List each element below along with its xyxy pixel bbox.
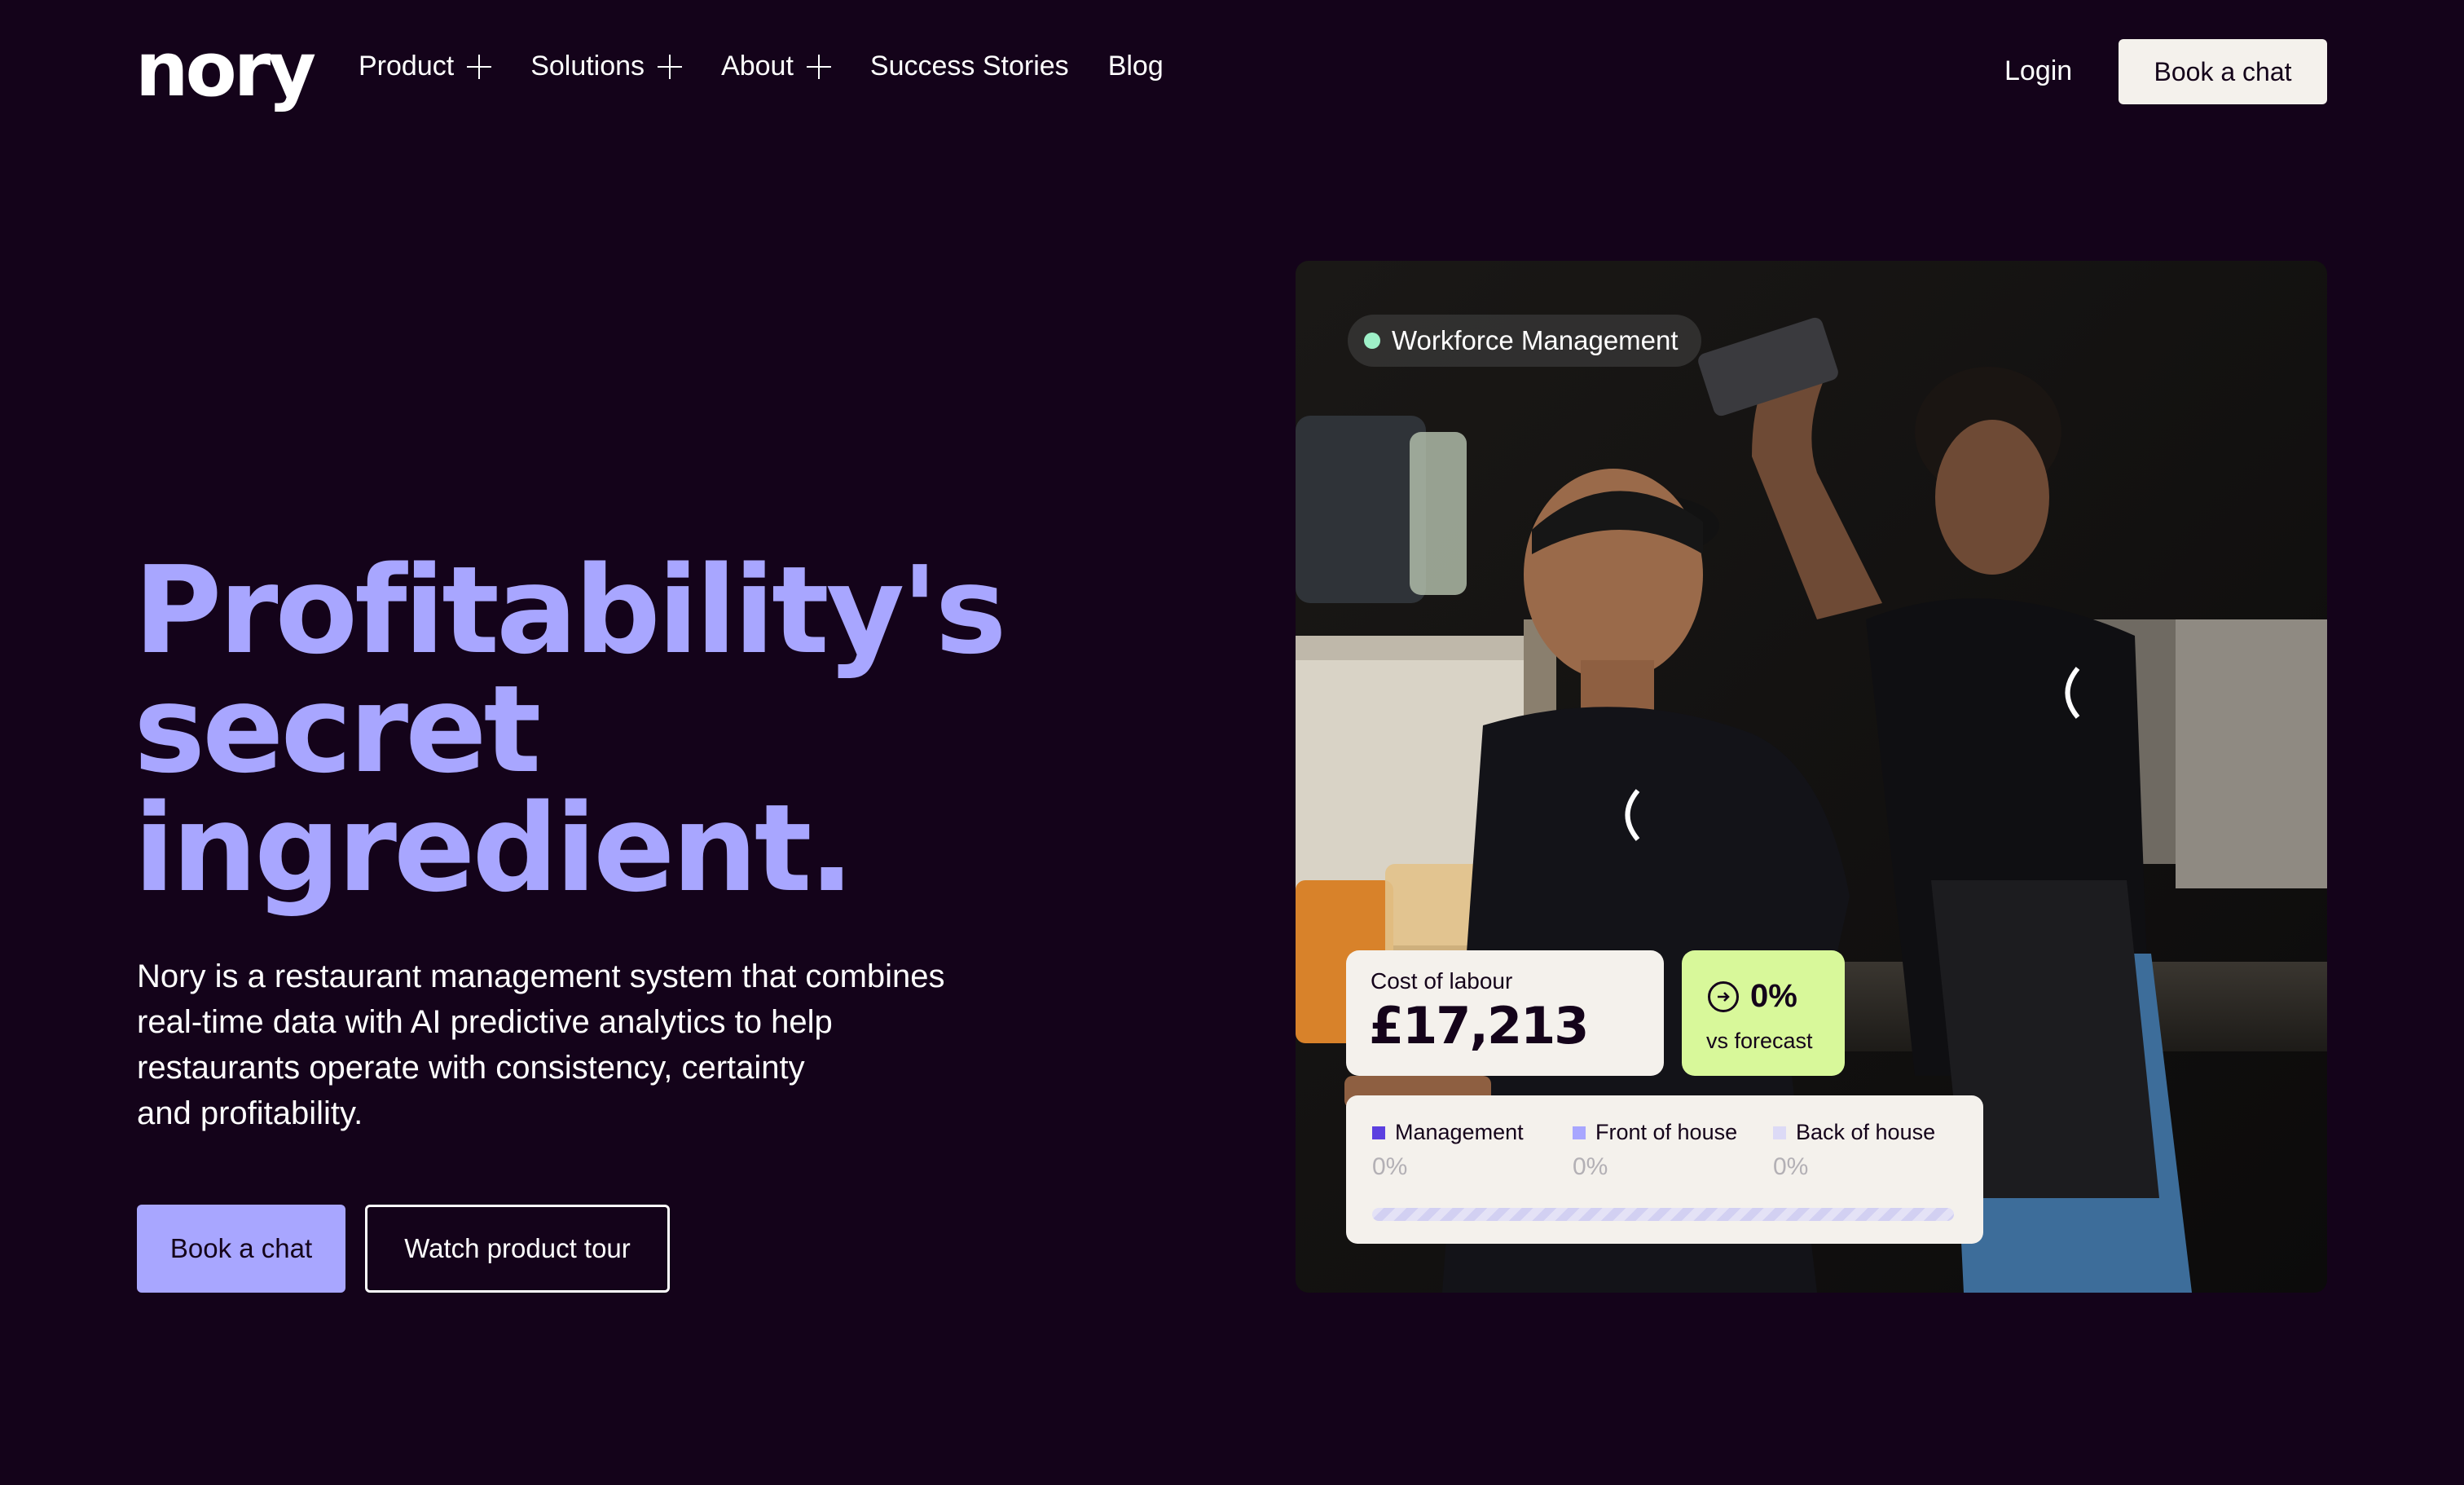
book-chat-button[interactable]: Book a chat bbox=[137, 1205, 345, 1293]
breakdown-progress-bar bbox=[1372, 1208, 1954, 1221]
labour-breakdown-card: Management 0% Front of house 0% Back of … bbox=[1346, 1095, 1983, 1244]
cost-label: Cost of labour bbox=[1371, 968, 1513, 994]
plus-icon bbox=[658, 54, 683, 79]
nav-item-product[interactable]: Product bbox=[359, 51, 492, 82]
nory-logo[interactable]: nory bbox=[135, 33, 316, 108]
nav-item-label: Success Stories bbox=[869, 51, 1069, 82]
nav-item-success-stories[interactable]: Success Stories bbox=[870, 51, 1069, 82]
breakdown-front-of-house: Front of house 0% bbox=[1573, 1120, 1737, 1181]
breakdown-value: 0% bbox=[1372, 1153, 1408, 1180]
headline-line: ingredient. bbox=[134, 778, 855, 919]
arrow-right-circle-icon bbox=[1708, 981, 1739, 1012]
legend-swatch bbox=[1573, 1126, 1586, 1139]
description-line: restaurants operate with consistency, ce… bbox=[137, 1050, 805, 1086]
forecast-value: 0% bbox=[1750, 978, 1797, 1014]
category-tag: Workforce Management bbox=[1348, 315, 1701, 367]
breakdown-label: Front of house bbox=[1595, 1120, 1738, 1144]
forecast-card: 0% vs forecast bbox=[1682, 950, 1845, 1076]
login-link[interactable]: Login bbox=[2004, 55, 2072, 87]
top-nav: nory Product Solutions About Success Sto… bbox=[0, 0, 2464, 143]
status-dot-icon bbox=[1364, 333, 1380, 349]
nav-item-about[interactable]: About bbox=[721, 51, 831, 82]
nav-item-label: Blog bbox=[1107, 51, 1164, 82]
breakdown-management: Management 0% bbox=[1372, 1120, 1524, 1181]
cost-of-labour-card: Cost of labour £17,213 bbox=[1346, 950, 1664, 1076]
breakdown-label: Management bbox=[1395, 1120, 1524, 1144]
headline-line: secret bbox=[134, 659, 541, 800]
plus-icon bbox=[806, 54, 831, 79]
legend-swatch bbox=[1372, 1126, 1385, 1139]
breakdown-label: Back of house bbox=[1796, 1120, 1936, 1144]
book-chat-nav-button[interactable]: Book a chat bbox=[2119, 39, 2327, 104]
nav-item-label: About bbox=[721, 51, 794, 82]
forecast-label: vs forecast bbox=[1706, 1029, 1813, 1053]
nav-item-blog[interactable]: Blog bbox=[1108, 51, 1164, 82]
watch-tour-button[interactable]: Watch product tour bbox=[365, 1205, 670, 1293]
hero-photo: Workforce Management Cost of labour £17,… bbox=[1296, 261, 2327, 1293]
hero-description: Nory is a restaurant management system t… bbox=[137, 954, 1049, 1136]
breakdown-value: 0% bbox=[1773, 1153, 1809, 1180]
description-line: real-time data with AI predictive analyt… bbox=[137, 1004, 833, 1040]
nav-item-label: Product bbox=[359, 51, 455, 82]
headline-line: Profitability's bbox=[134, 540, 1007, 681]
plus-icon bbox=[467, 54, 492, 79]
category-tag-label: Workforce Management bbox=[1392, 325, 1679, 355]
description-line: and profitability. bbox=[137, 1095, 363, 1131]
cost-value: £17,213 bbox=[1369, 996, 1589, 1055]
breakdown-back-of-house: Back of house 0% bbox=[1773, 1120, 1935, 1181]
nav-item-solutions[interactable]: Solutions bbox=[530, 51, 683, 82]
legend-swatch bbox=[1773, 1126, 1786, 1139]
breakdown-value: 0% bbox=[1573, 1153, 1608, 1180]
hero-headline: Profitability's secret ingredient. bbox=[134, 540, 1193, 919]
description-line: Nory is a restaurant management system t… bbox=[137, 958, 945, 994]
main-menu: Product Solutions About Success Stories … bbox=[359, 51, 1164, 82]
nav-item-label: Solutions bbox=[530, 51, 645, 82]
